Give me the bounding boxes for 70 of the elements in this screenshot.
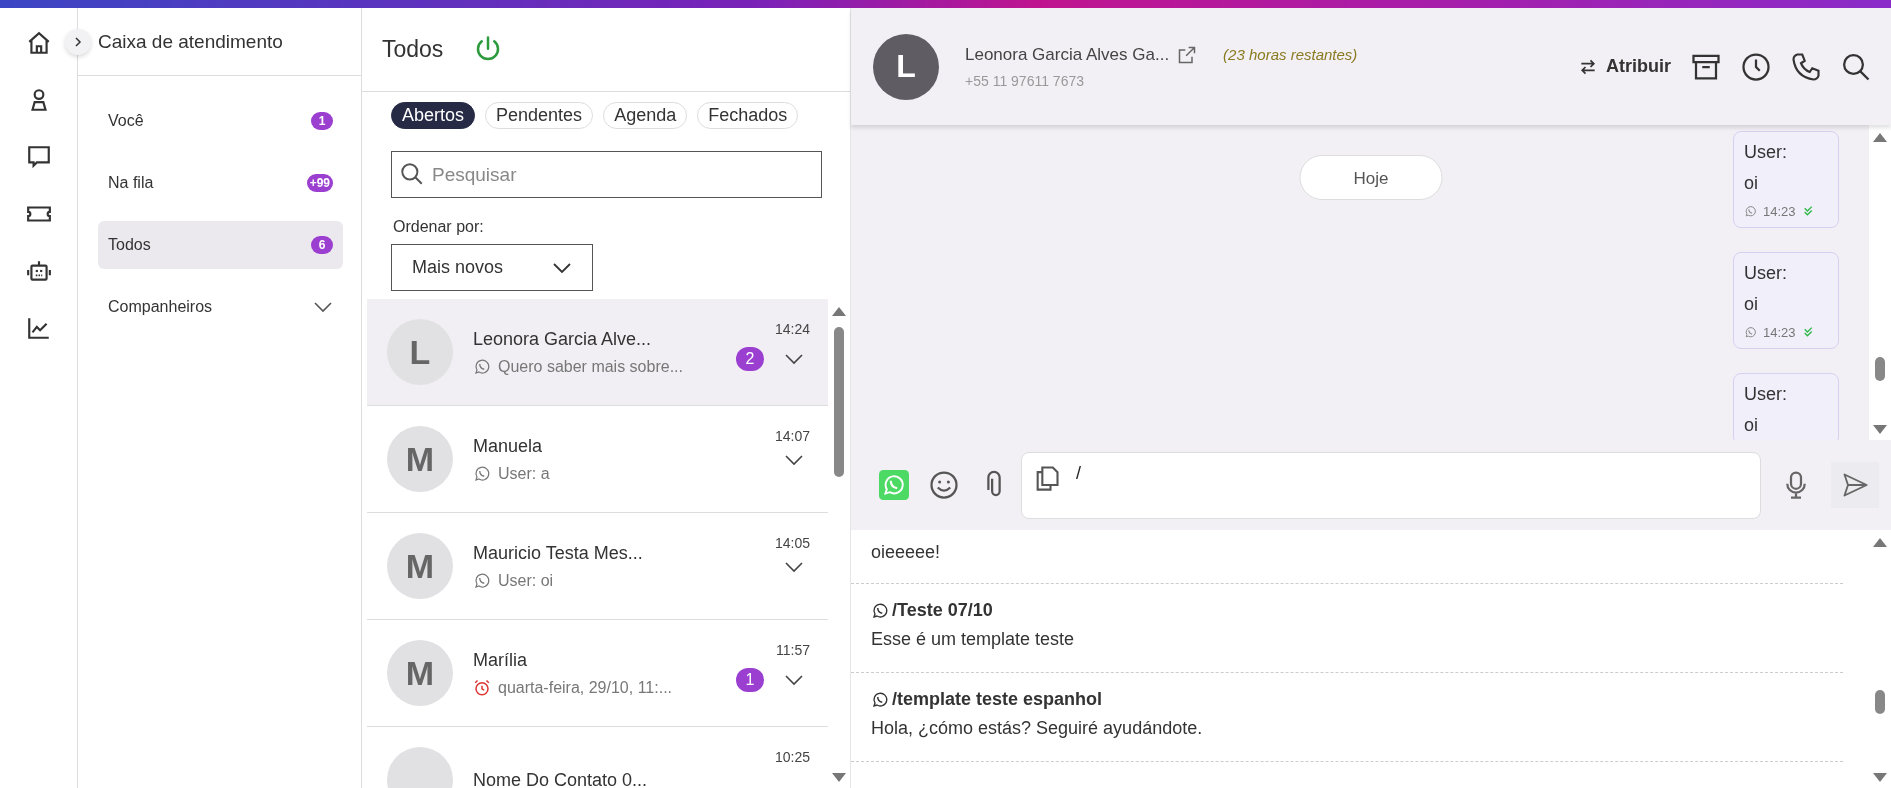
chat-icon[interactable]	[25, 144, 52, 170]
message-time: 14:23	[1763, 204, 1796, 219]
template-item[interactable]: /template teste espanhol Hola, ¿cómo estás? Seguiré ayudándote.	[851, 673, 1843, 762]
unread-badge: 2	[736, 347, 764, 371]
whatsapp-icon	[871, 601, 889, 620]
sort-label: Ordenar por:	[393, 218, 485, 236]
conversation-item[interactable]: L Leonora Garcia Alve... Quero saber mais sobre... 14:24 2	[367, 299, 828, 406]
chevron-icon[interactable]	[784, 454, 804, 466]
nav-item[interactable]: Todos 6	[98, 221, 343, 269]
template-item[interactable]: oieeeee!	[851, 530, 1843, 584]
message-time: 14:23	[1763, 325, 1796, 340]
search-icon	[399, 161, 425, 187]
whatsapp-icon	[473, 357, 491, 376]
avatar: M	[387, 533, 453, 599]
section-title: Caixa de atendimento	[98, 30, 283, 53]
message-bubble: User: oi 14:23	[1733, 131, 1839, 228]
template-item[interactable]: /Teste 07/10 Esse é um template teste	[851, 584, 1843, 673]
conversation-item[interactable]: M Mauricio Testa Mes... User: oi 14:05	[367, 513, 828, 620]
whatsapp-icon	[1744, 326, 1757, 339]
conversation-item[interactable]: Nome Do Contato 0... 10:25	[367, 727, 828, 788]
scrollbar[interactable]	[1869, 125, 1891, 440]
avatar: L	[873, 33, 939, 100]
chevron-icon[interactable]	[784, 674, 804, 686]
search-icon[interactable]	[1841, 51, 1871, 82]
avatar: M	[387, 426, 453, 492]
count-badge: 1	[311, 112, 333, 130]
conversation-item[interactable]: M Manuela User: a 14:07	[367, 406, 828, 513]
phone-number: +55 11 97611 7673	[965, 72, 1085, 89]
send-button[interactable]	[1831, 462, 1879, 508]
expand-button[interactable]	[65, 29, 91, 55]
search-field[interactable]: Pesquisar	[391, 151, 822, 198]
filter-tab[interactable]: Abertos	[391, 102, 476, 129]
whatsapp-icon	[473, 571, 491, 590]
contact-name: Leonora Garcia Alves Ga...	[965, 44, 1170, 65]
list-title: Todos	[382, 36, 444, 63]
chevron-icon	[72, 36, 84, 48]
whatsapp-icon	[871, 690, 889, 709]
nav-item[interactable]: Companheiros	[98, 283, 343, 331]
chevron-icon	[552, 261, 572, 274]
time-remaining: (23 horas restantes)	[1223, 46, 1358, 63]
assign-button[interactable]: Atribuir	[1578, 56, 1671, 77]
whatsapp-icon	[1744, 205, 1757, 218]
external-link-icon[interactable]	[1177, 44, 1198, 65]
nav-item[interactable]: Você 1	[98, 97, 343, 145]
count-badge: +99	[306, 174, 333, 192]
emoji-icon[interactable]	[929, 470, 959, 500]
alarm-icon	[473, 678, 491, 697]
whatsapp-icon	[473, 464, 491, 483]
unread-badge: 1	[736, 668, 764, 692]
filter-tab[interactable]: Agenda	[603, 102, 688, 129]
date-divider: Hoje	[1299, 155, 1443, 200]
chart-icon[interactable]	[25, 315, 52, 341]
avatar: M	[387, 640, 453, 706]
filter-tab[interactable]: Fechados	[697, 102, 799, 129]
chevron-icon[interactable]	[313, 301, 333, 313]
nav-item[interactable]: Na fila +99	[98, 159, 343, 207]
count-badge: 6	[311, 236, 333, 254]
phone-icon[interactable]	[1791, 51, 1821, 82]
send-icon	[1841, 471, 1869, 499]
avatar: L	[387, 319, 453, 385]
chevron-icon[interactable]	[784, 353, 804, 365]
robot-icon[interactable]	[25, 258, 52, 284]
chevron-icon[interactable]	[784, 561, 804, 573]
message-bubble: User: oi	[1733, 373, 1839, 440]
conversation-item[interactable]: M Marília quarta-feira, 29/10, 11:... 11:57 1	[367, 620, 828, 727]
filter-tab[interactable]: Pendentes	[485, 102, 594, 129]
message-bubble: User: oi 14:23	[1733, 252, 1839, 349]
clock-icon[interactable]	[1741, 51, 1771, 82]
message-field[interactable]: /	[1021, 451, 1761, 519]
sort-dropdown[interactable]: Mais novos	[391, 244, 593, 291]
